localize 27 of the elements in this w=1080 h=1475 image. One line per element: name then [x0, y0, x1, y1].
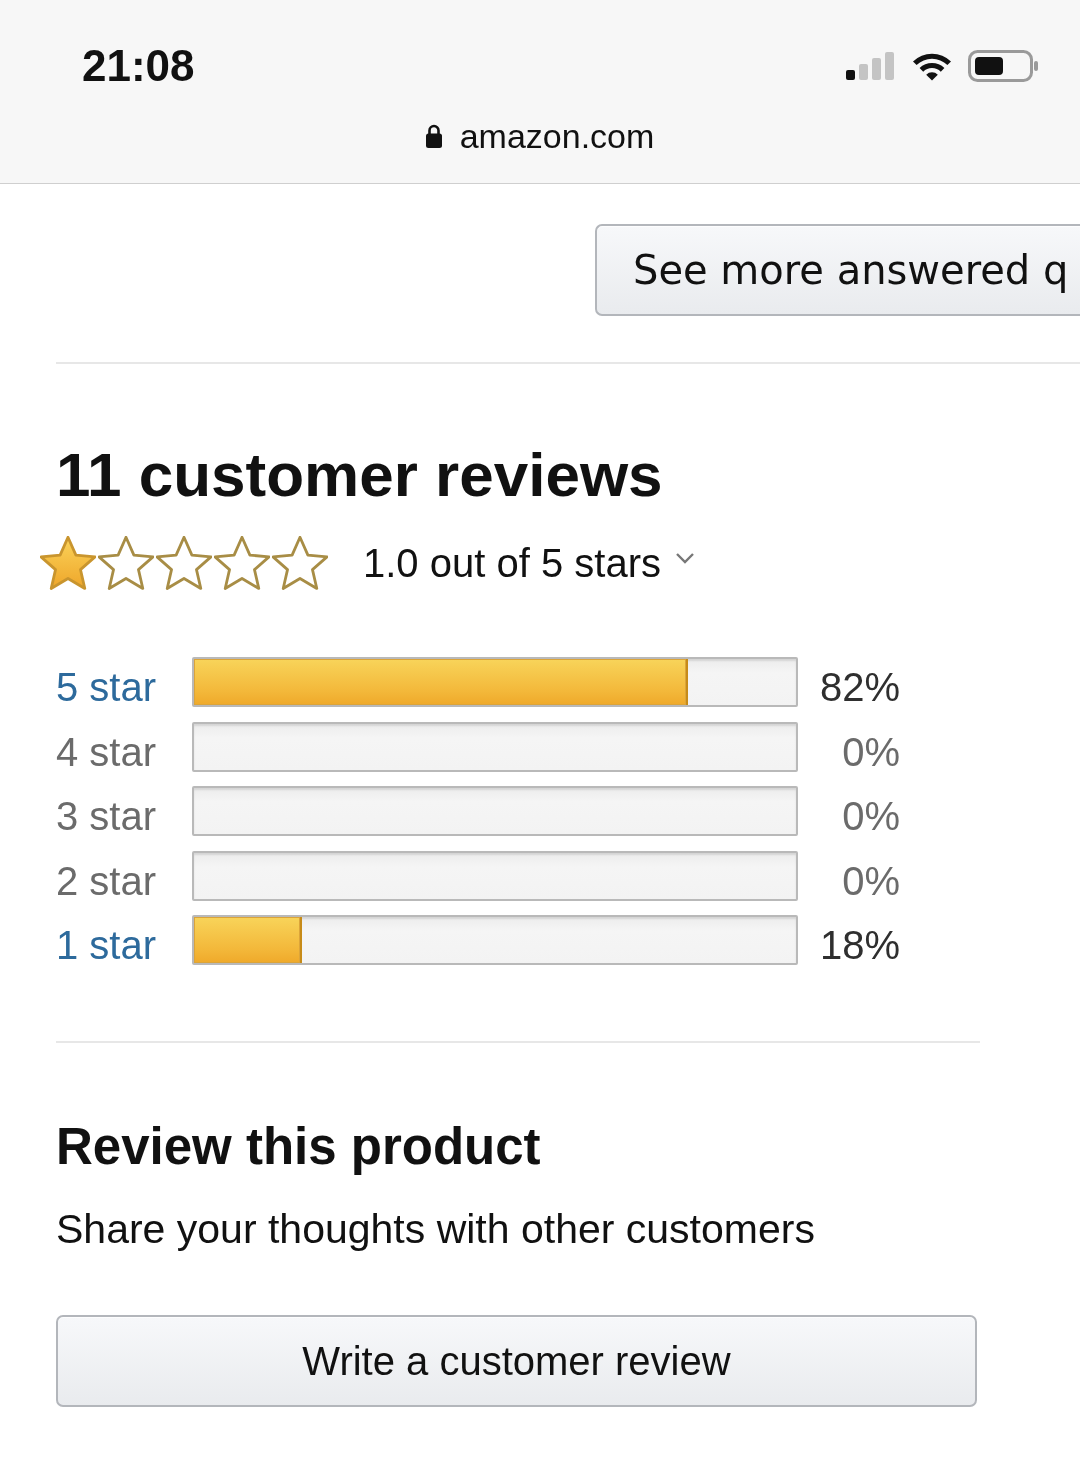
- star-outline-icon: [272, 536, 328, 590]
- percent-label: 82%: [819, 664, 900, 707]
- star-outline-icon: [214, 536, 270, 590]
- percent-label: 0%: [842, 793, 900, 836]
- wifi-icon: [911, 51, 953, 81]
- star-icon: [40, 536, 96, 590]
- address-url[interactable]: amazon.com: [459, 119, 655, 153]
- battery-icon: [968, 50, 1038, 82]
- percent-label: 0%: [842, 857, 900, 901]
- star-level-label: 4 star: [56, 728, 157, 772]
- status-time: 21:08: [82, 44, 195, 88]
- rating-summary-dropdown[interactable]: 1.0 out of 5 stars: [363, 543, 695, 583]
- percent-label: 18%: [819, 922, 900, 965]
- star-level-label: 2 star: [56, 857, 157, 901]
- percent-label: 0%: [842, 728, 900, 772]
- lock-icon: [425, 124, 442, 148]
- reviews-heading: 11 customer reviews: [56, 444, 664, 506]
- star-level-label: 3 star: [56, 793, 157, 836]
- chevron-down-icon: [674, 552, 695, 564]
- star-filter-link[interactable]: 5 star: [56, 657, 157, 707]
- see-more-questions-button[interactable]: See more answered q: [595, 224, 1080, 316]
- star-outline-icon: [98, 536, 154, 590]
- star-outline-icon: [156, 536, 212, 590]
- review-prompt-text: Share your thoughts with other customers: [56, 1209, 816, 1250]
- star-filter-link[interactable]: 1 star: [56, 915, 157, 965]
- write-review-button[interactable]: Write a customer review: [56, 1315, 977, 1407]
- signal-icon: [846, 52, 896, 80]
